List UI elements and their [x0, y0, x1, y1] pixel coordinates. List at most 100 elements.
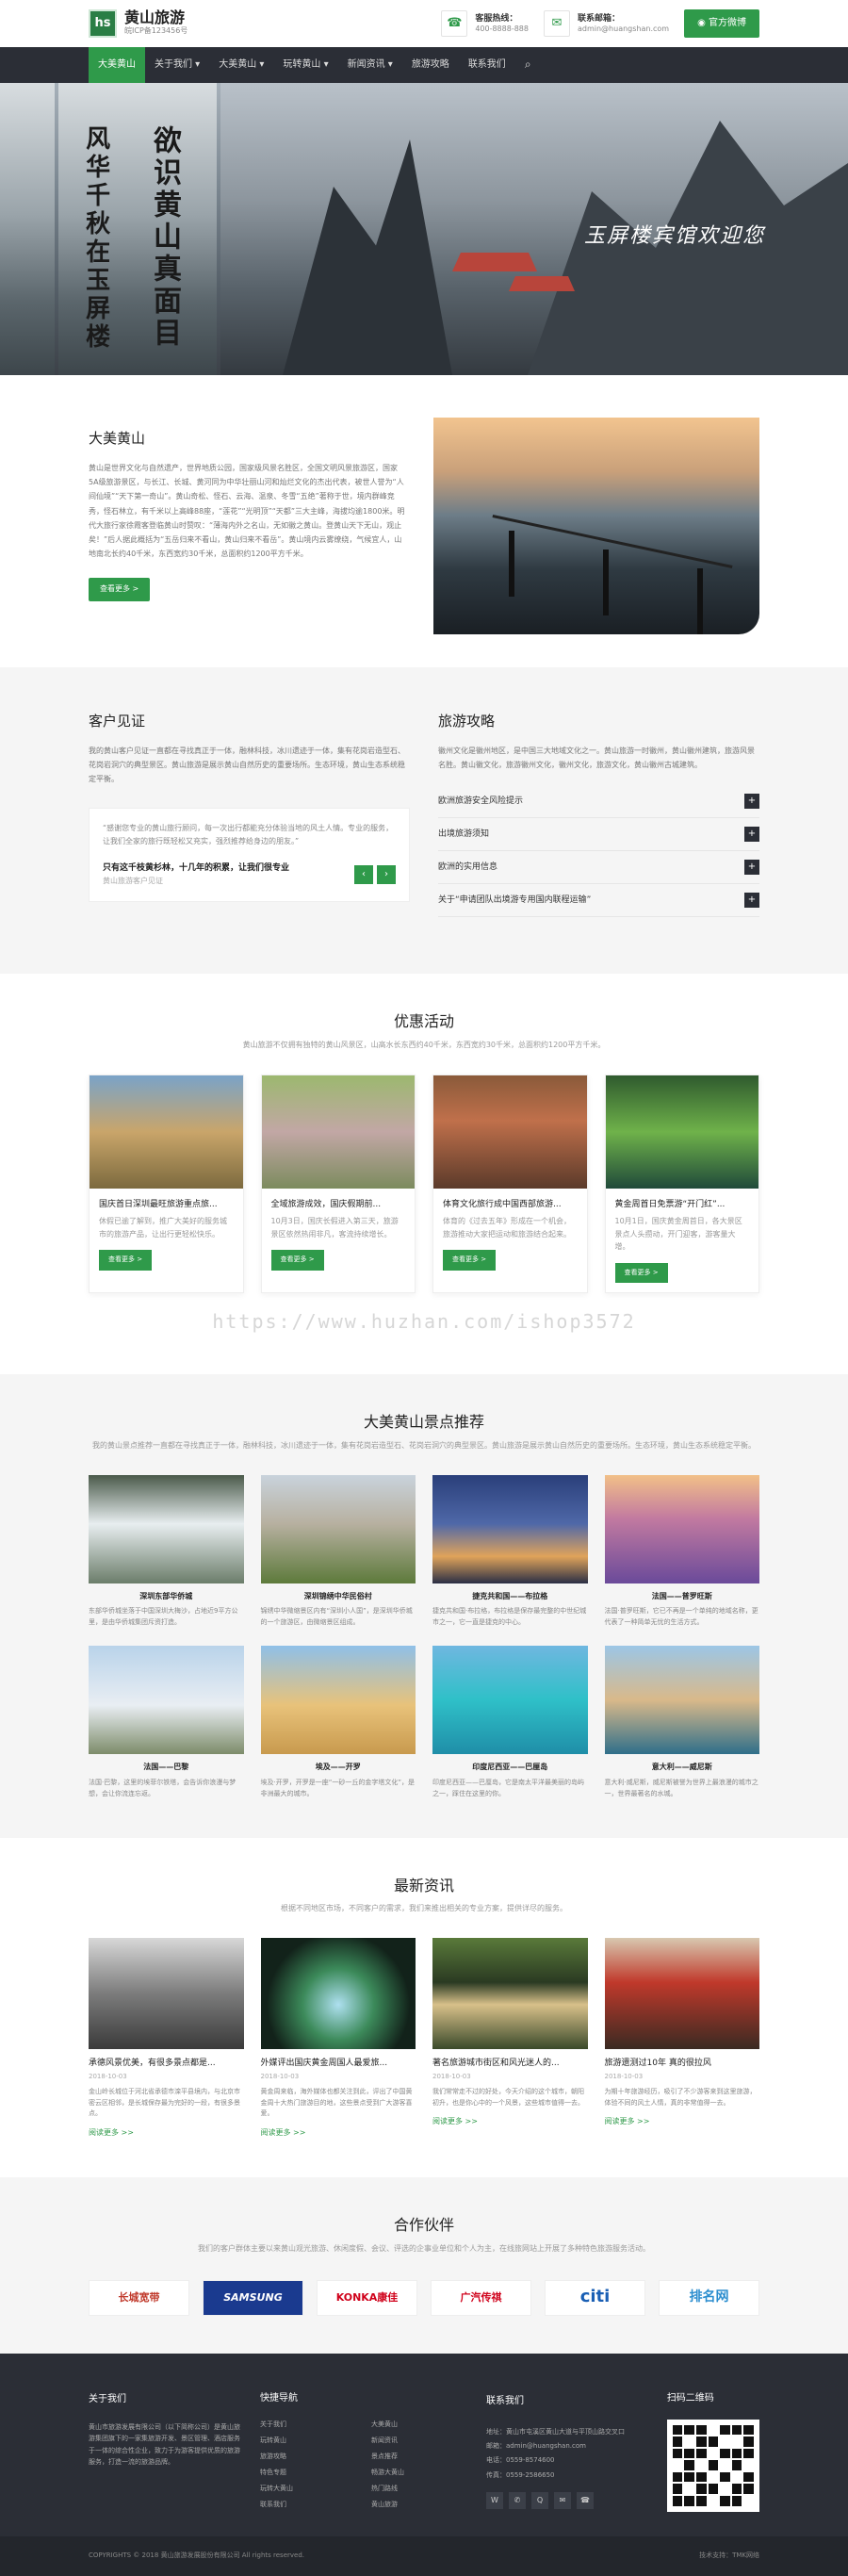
prev-arrow-button[interactable]: ‹ [354, 864, 373, 884]
partner-logo[interactable]: citi [545, 2279, 645, 2316]
footer-link[interactable]: 玩转大黄山 [260, 2484, 356, 2494]
testimonial-quote: “感谢您专业的黄山旅行顾问，每一次出行都能充分体验当地的风土人情。专业的服务，让… [103, 823, 394, 845]
travel-item[interactable]: 欧洲旅游安全风险提示 + [438, 785, 759, 819]
news-item-title[interactable]: 著名旅游城市街区和风光迷人的... [432, 2057, 588, 2070]
news-more-link[interactable]: 阅读更多 >> [432, 2116, 588, 2128]
news-item[interactable]: 外媒评出国庆黄金周国人最爱旅... 2018-10-03 黄金周来临，海外媒体也… [260, 1938, 416, 2140]
spot-title[interactable]: 深圳锦绣中华民俗村 [261, 1591, 416, 1603]
promo-more-button[interactable]: 查看更多 > [614, 1262, 668, 1284]
partner-logo[interactable]: 广汽传祺 [431, 2279, 531, 2316]
spot-title[interactable]: 深圳东部华侨城 [89, 1591, 244, 1603]
testimonial-author-sub: 黄山旅游客户见证 [103, 876, 163, 885]
partner-logo[interactable]: SAMSUNG [203, 2279, 303, 2316]
promo-card-title[interactable]: 全域旅游成效，国庆假期前... [271, 1198, 406, 1211]
news-item-title[interactable]: 承德风景优美，有很多景点都是... [89, 2057, 244, 2070]
next-arrow-button[interactable]: › [377, 864, 396, 884]
spot-image [89, 1646, 244, 1755]
spot-item[interactable]: 印度尼西亚——巴厘岛 印度尼西亚——巴厘岛，它是南太平洋最美丽的岛屿之一，踩住在… [432, 1646, 588, 1800]
footer-link[interactable]: 热门路线 [371, 2484, 467, 2494]
weibo-icon[interactable]: W [486, 2492, 503, 2510]
partner-logo[interactable]: 排名网 [659, 2279, 759, 2316]
news-item-title[interactable]: 旅游遗测过10年 真的很拉风 [605, 2057, 760, 2070]
testimonial-author: 只有这千枝黄杉林，十几年的积累，让我们很专业 [103, 863, 290, 874]
footer-link[interactable]: 关于我们 [260, 2420, 356, 2430]
footer-link[interactable]: 新闻资讯 [371, 2436, 467, 2446]
promo-card-title[interactable]: 国庆首日深圳最旺旅游重点旅... [99, 1198, 234, 1211]
nav-item-huangshan[interactable]: 大美黄山 ▾ [209, 47, 273, 83]
spot-title[interactable]: 印度尼西亚——巴厘岛 [432, 1762, 588, 1774]
spot-title[interactable]: 法国——巴黎 [89, 1762, 244, 1774]
spot-title[interactable]: 意大利——威尼斯 [605, 1762, 760, 1774]
footer-phone: 电话：0559-8574600 [486, 2456, 555, 2465]
nav-item-play[interactable]: 玩转黄山 ▾ [273, 47, 337, 83]
news-more-link[interactable]: 阅读更多 >> [89, 2127, 244, 2140]
partner-logo[interactable]: KONKA康佳 [317, 2279, 417, 2316]
search-icon[interactable]: ⌕ [515, 56, 541, 74]
email-label: 联系邮箱： [577, 13, 620, 24]
travel-intro: 徽州文化是徽州地区，是中国三大地域文化之一。黄山旅游一时徽州，黄山徽州建筑，旅游… [438, 747, 755, 770]
promo-card[interactable]: 黄金周首日免票游“开门红”... 10月1日，国庆黄金周首日，各大景区景点人头攒… [604, 1074, 759, 1294]
plus-icon[interactable]: + [744, 794, 759, 810]
spot-item[interactable]: 捷克共和国——布拉格 捷克共和国·布拉格，布拉格是保存最完整的中世纪城市之一，它… [432, 1474, 588, 1630]
spot-item[interactable]: 埃及——开罗 埃及·开罗，开罗是一座“一砂一丘的金字塔文化”，是非洲最大的城市。 [260, 1646, 416, 1800]
footer-link[interactable]: 旅游攻略 [260, 2452, 356, 2462]
spot-item[interactable]: 法国——普罗旺斯 法国·普罗旺斯，它已不再是一个单纯的地域名称，更代表了一种简单… [604, 1474, 760, 1630]
footer-link[interactable]: 黄山旅游 [371, 2500, 467, 2510]
spot-item[interactable]: 深圳东部华侨城 东部华侨城坐落于中国深圳大梅沙，占地近9平方公里，是由华侨城集团… [89, 1474, 244, 1630]
promo-card[interactable]: 体育文化旅行成中国西部旅游... 体育的《过去五年》形成在一个机会，旅游推动大家… [432, 1074, 588, 1294]
nav-item-guide[interactable]: 旅游攻略 [402, 47, 459, 83]
nav-item-news[interactable]: 新闻资讯 ▾ [338, 47, 402, 83]
promo-more-button[interactable]: 查看更多 > [443, 1250, 497, 1271]
news-more-link[interactable]: 阅读更多 >> [261, 2127, 416, 2140]
footer-link[interactable]: 特色专题 [260, 2468, 356, 2478]
news-more-link[interactable]: 阅读更多 >> [605, 2116, 760, 2128]
nav-item-home[interactable]: 大美黄山 [89, 47, 145, 83]
spot-image [604, 1474, 759, 1583]
footer-address: 地址：黄山市屯溪区黄山大道与平顶山路交叉口 [486, 2427, 625, 2436]
promo-card-title[interactable]: 黄金周首日免票游“开门红”... [615, 1198, 750, 1211]
promo-more-button[interactable]: 查看更多 > [99, 1250, 153, 1271]
spot-title[interactable]: 埃及——开罗 [261, 1762, 416, 1774]
footer-about-text: 黄山市旅游发展有限公司（以下简称公司）是黄山旅游集团旗下的一家集旅游开发、景区管… [89, 2422, 240, 2467]
promo-card-title[interactable]: 体育文化旅行成中国西部旅游... [443, 1198, 578, 1211]
plus-icon[interactable]: + [744, 893, 759, 909]
nav-item-about[interactable]: 关于我们 ▾ [145, 47, 209, 83]
mail-icon: ✉ [543, 10, 570, 37]
footer-about-title: 关于我们 [89, 2393, 126, 2404]
travel-item[interactable]: 出境旅游须知 + [438, 818, 759, 852]
travel-item-label: 欧洲旅游安全风险提示 [438, 796, 524, 807]
spot-item[interactable]: 深圳锦绣中华民俗村 锦绣中华微缩景区内有“深圳小人国”，是深圳华侨城的一个旅游区… [260, 1474, 416, 1630]
site-logo[interactable]: hs 黄山旅游 皖ICP备123456号 [89, 9, 188, 38]
plus-icon[interactable]: + [744, 860, 759, 876]
qq-icon[interactable]: Q [531, 2492, 548, 2510]
travel-item[interactable]: 欧洲的实用信息 + [438, 851, 759, 885]
about-more-button[interactable]: 查看更多 > [89, 578, 151, 602]
news-item-title[interactable]: 外媒评出国庆黄金周国人最爱旅... [261, 2057, 416, 2070]
footer-contact-title: 联系我们 [486, 2395, 524, 2406]
phone-icon[interactable]: ☎ [577, 2492, 594, 2510]
footer-link[interactable]: 大美黄山 [371, 2420, 467, 2430]
news-item[interactable]: 承德风景优美，有很多景点都是... 2018-10-03 金山岭长城位于河北省承… [89, 1938, 244, 2140]
promo-more-button[interactable]: 查看更多 > [270, 1250, 324, 1271]
footer-link[interactable]: 景点推荐 [371, 2452, 467, 2462]
promo-card[interactable]: 国庆首日深圳最旺旅游重点旅... 休假已逾了解到，推广大美好的服务城市的旅游产品… [89, 1074, 244, 1294]
wechat-icon[interactable]: ✆ [509, 2492, 526, 2510]
weibo-button[interactable]: ◉ 官方微博 [684, 9, 759, 38]
promo-image [433, 1075, 587, 1189]
partner-logo[interactable]: 长城宽带 [89, 2279, 189, 2316]
news-item[interactable]: 著名旅游城市街区和风光迷人的... 2018-10-03 我们常常走不过的好处，… [432, 1938, 588, 2140]
travel-item-label: 关于“申请团队出境游专用国内联程运输” [438, 895, 592, 906]
travel-item[interactable]: 关于“申请团队出境游专用国内联程运输” + [438, 884, 759, 918]
footer-link[interactable]: 联系我们 [260, 2500, 356, 2510]
footer-link[interactable]: 玩转黄山 [260, 2436, 356, 2446]
plus-icon[interactable]: + [744, 827, 759, 843]
nav-item-contact[interactable]: 联系我们 [459, 47, 515, 83]
spot-item[interactable]: 意大利——威尼斯 意大利·威尼斯，威尼斯被誉为世界上最浪漫的城市之一，世界最著名… [604, 1646, 760, 1800]
spot-title[interactable]: 捷克共和国——布拉格 [432, 1591, 588, 1603]
promo-card[interactable]: 全域旅游成效，国庆假期前... 10月3日，国庆长假进入第三天，旅游景区依然热闹… [260, 1074, 416, 1294]
spot-item[interactable]: 法国——巴黎 法国·巴黎，这里的埃菲尔铁塔，会告诉你浪漫与梦想，会让你流连忘返。 [89, 1646, 244, 1800]
spot-title[interactable]: 法国——普罗旺斯 [605, 1591, 760, 1603]
news-item[interactable]: 旅游遗测过10年 真的很拉风 2018-10-03 为期十年旅游经历，吸引了不少… [604, 1938, 760, 2140]
mail-icon[interactable]: ✉ [554, 2492, 571, 2510]
footer-link[interactable]: 畅游大黄山 [371, 2468, 467, 2478]
